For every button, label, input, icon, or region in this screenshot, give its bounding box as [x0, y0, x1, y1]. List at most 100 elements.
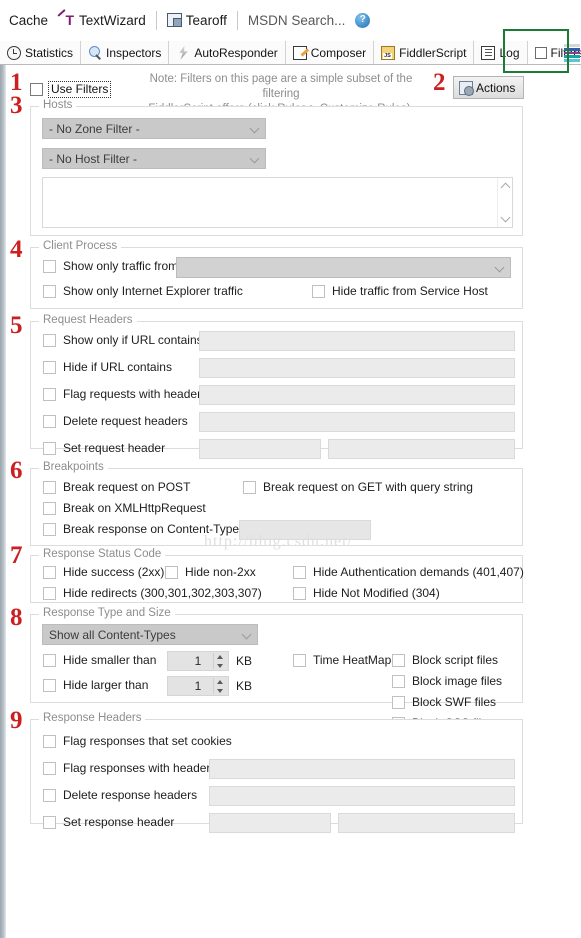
stepper-down-icon[interactable] [217, 662, 224, 669]
checkbox-box[interactable] [392, 695, 405, 709]
hide-non-2xx-checkbox[interactable]: Hide non-2xx [165, 565, 256, 579]
actions-button[interactable]: Actions [453, 76, 525, 99]
hide-redirects-checkbox[interactable]: Hide redirects (300,301,302,303,307) [43, 586, 262, 600]
toolbar-item-tearoff[interactable]: Tearoff [162, 11, 232, 30]
tab-log[interactable]: Log [474, 41, 528, 64]
set-request-header-name-input[interactable] [199, 439, 321, 459]
checkbox-box[interactable] [312, 284, 325, 298]
checkbox-box[interactable] [43, 815, 56, 829]
tab-inspectors[interactable]: Inspectors [81, 41, 170, 64]
flag-requests-with-headers-checkbox[interactable]: Flag requests with headers [43, 387, 207, 401]
toolbar-item-cache[interactable]: Cache [4, 11, 53, 30]
set-request-header-value-input[interactable] [328, 439, 515, 459]
break-response-content-type-input[interactable] [239, 520, 371, 540]
stepper-arrows-icon[interactable] [213, 653, 226, 669]
checkbox-box[interactable] [43, 734, 56, 748]
hide-service-host-checkbox[interactable]: Hide traffic from Service Host [312, 284, 488, 298]
use-filters-checkbox-box[interactable] [30, 83, 43, 96]
hide-smaller-than-checkbox[interactable]: Hide smaller than [43, 653, 156, 667]
toolbar-item-msdn-search[interactable]: MSDN Search... [243, 11, 351, 30]
checkbox-box[interactable] [43, 501, 56, 515]
use-filters-checkbox[interactable]: Use Filters [30, 81, 112, 98]
checkbox-box[interactable] [43, 333, 56, 347]
break-request-get-query-checkbox[interactable]: Break request on GET with query string [243, 480, 473, 494]
stepper-down-icon[interactable] [217, 687, 224, 694]
tab-composer[interactable]: Composer [285, 41, 375, 64]
stepper-up-icon[interactable] [217, 653, 224, 660]
hide-larger-than-stepper[interactable]: 1 [167, 676, 229, 696]
checkbox-box[interactable] [43, 387, 56, 401]
hide-url-contains-checkbox[interactable]: Hide if URL contains [43, 360, 172, 374]
hosts-textarea-scrollbar[interactable] [497, 178, 512, 227]
break-response-content-type-checkbox[interactable]: Break response on Content-Type [43, 522, 239, 536]
checkbox-box[interactable] [43, 586, 56, 600]
host-filter-dropdown[interactable]: - No Host Filter - [42, 148, 266, 169]
checkbox-box[interactable] [43, 788, 56, 802]
set-response-header-value-input[interactable] [338, 813, 515, 833]
checkbox-box[interactable] [243, 480, 256, 494]
checkbox-box[interactable] [43, 522, 56, 536]
delete-request-headers-checkbox[interactable]: Delete request headers [43, 414, 188, 428]
set-response-header-name-input[interactable] [209, 813, 331, 833]
checkbox-box[interactable] [392, 653, 405, 667]
hosts-textarea[interactable] [42, 177, 513, 228]
flag-responses-with-headers-input[interactable] [209, 759, 515, 779]
checkbox-box[interactable] [43, 761, 56, 775]
scroll-up-icon[interactable] [501, 182, 510, 191]
flag-responses-with-headers-checkbox[interactable]: Flag responses with headers [43, 761, 216, 775]
show-only-url-contains-input[interactable] [199, 331, 515, 351]
toolbar-item-textwizard[interactable]: T TextWizard [53, 11, 151, 30]
color-bars-icon [564, 44, 580, 62]
checkbox-box[interactable] [43, 441, 56, 455]
checkbox-box[interactable] [293, 653, 306, 667]
flag-responses-set-cookies-checkbox[interactable]: Flag responses that set cookies [43, 734, 232, 748]
checkbox-box[interactable] [293, 586, 306, 600]
time-heatmap-checkbox[interactable]: Time HeatMap [293, 653, 391, 667]
tab-statistics[interactable]: Statistics [0, 41, 82, 64]
hide-url-contains-input[interactable] [199, 358, 515, 378]
show-only-ie-traffic-checkbox[interactable]: Show only Internet Explorer traffic [43, 284, 243, 298]
checkbox-box[interactable] [43, 259, 56, 273]
checkbox-box[interactable] [165, 565, 178, 579]
block-swf-files-checkbox[interactable]: Block SWF files [392, 695, 496, 709]
break-xhr-checkbox[interactable]: Break on XMLHttpRequest [43, 501, 206, 515]
checkbox-box[interactable] [43, 284, 56, 298]
tab-log-label: Log [499, 45, 520, 60]
checkbox-box[interactable] [43, 480, 56, 494]
checkbox-box[interactable] [43, 414, 56, 428]
set-request-header-checkbox[interactable]: Set request header [43, 441, 165, 455]
checkbox-box[interactable] [43, 565, 56, 579]
toolbar-item-help[interactable]: ? [350, 11, 375, 30]
block-script-files-checkbox[interactable]: Block script files [392, 653, 498, 667]
hide-smaller-than-stepper[interactable]: 1 [167, 651, 229, 671]
stepper-up-icon[interactable] [217, 678, 224, 685]
checkbox-box[interactable] [392, 674, 405, 688]
zone-filter-dropdown[interactable]: - No Zone Filter - [42, 118, 266, 139]
client-process-dropdown[interactable] [176, 257, 511, 278]
tab-autoresponder[interactable]: AutoResponder [169, 41, 286, 64]
hide-success-2xx-checkbox[interactable]: Hide success (2xx) [43, 565, 164, 579]
checkbox-box[interactable] [43, 678, 56, 692]
delete-response-headers-checkbox[interactable]: Delete response headers [43, 788, 197, 802]
checkbox-box[interactable] [43, 653, 56, 667]
show-only-url-contains-checkbox[interactable]: Show only if URL contains [43, 333, 203, 347]
checkbox-box[interactable] [293, 565, 306, 579]
flag-requests-with-headers-input[interactable] [199, 385, 515, 405]
lightning-bolt-icon [179, 45, 188, 60]
tab-fiddlerscript[interactable]: FiddlerScript [374, 41, 475, 64]
stepper-arrows-icon[interactable] [213, 678, 226, 694]
delete-response-headers-input[interactable] [209, 786, 515, 806]
delete-request-headers-input[interactable] [199, 412, 515, 432]
hide-auth-demands-checkbox[interactable]: Hide Authentication demands (401,407) [293, 565, 524, 579]
group-response-headers-legend: Response Headers [39, 712, 146, 724]
scroll-down-icon[interactable] [501, 214, 510, 223]
checkbox-box[interactable] [43, 360, 56, 374]
hide-larger-than-checkbox[interactable]: Hide larger than [43, 678, 148, 692]
break-request-post-checkbox[interactable]: Break request on POST [43, 480, 190, 494]
block-image-files-checkbox[interactable]: Block image files [392, 674, 502, 688]
show-only-traffic-from-checkbox[interactable]: Show only traffic from [43, 259, 178, 273]
set-response-header-checkbox[interactable]: Set response header [43, 815, 174, 829]
hide-redirects-label: Hide redirects (300,301,302,303,307) [63, 586, 262, 600]
hide-not-modified-checkbox[interactable]: Hide Not Modified (304) [293, 586, 440, 600]
content-types-dropdown[interactable]: Show all Content-Types [42, 624, 258, 645]
